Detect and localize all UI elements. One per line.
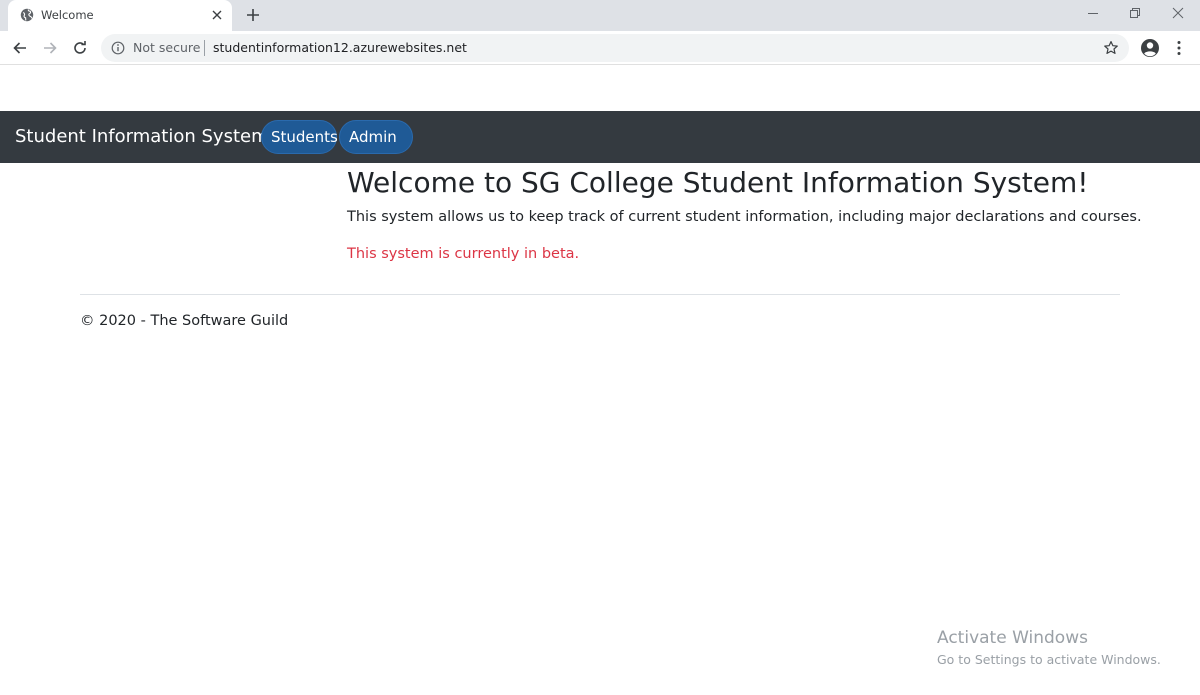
browser-tab[interactable]: Welcome — [8, 0, 232, 31]
info-icon[interactable] — [111, 41, 125, 55]
restore-icon[interactable] — [1128, 6, 1142, 20]
url-text[interactable]: studentinformation12.azurewebsites.net — [213, 41, 467, 55]
more-options-icon[interactable] — [1172, 39, 1186, 57]
address-divider — [204, 40, 205, 56]
new-tab-icon[interactable] — [245, 7, 261, 23]
navbar-brand[interactable]: Student Information System — [15, 126, 269, 148]
close-tab-icon[interactable] — [210, 8, 224, 22]
nav-students-label: Students — [271, 128, 338, 146]
profile-avatar-icon[interactable] — [1140, 38, 1160, 58]
tab-title: Welcome — [41, 8, 94, 22]
watermark-subtitle: Go to Settings to activate Windows. — [937, 652, 1161, 667]
back-arrow-icon[interactable] — [11, 39, 29, 57]
forward-arrow-icon[interactable] — [41, 39, 59, 57]
browser-toolbar: Not secure studentinformation12.azureweb… — [0, 31, 1200, 65]
watermark-title: Activate Windows — [937, 628, 1088, 648]
address-bar[interactable]: Not secure studentinformation12.azureweb… — [101, 34, 1129, 62]
reload-icon[interactable] — [71, 39, 89, 57]
activate-windows-watermark: Activate Windows Go to Settings to activ… — [937, 628, 1161, 668]
site-navbar: Student Information System Students Admi… — [0, 111, 1200, 171]
nav-students-link[interactable]: Students — [261, 120, 338, 154]
security-label[interactable]: Not secure — [133, 41, 200, 55]
beta-notice: This system is currently in beta. — [347, 246, 580, 262]
footer-divider — [80, 294, 1120, 295]
nav-admin-label: Admin — [349, 128, 397, 146]
minimize-icon[interactable] — [1086, 6, 1100, 20]
page-title: Welcome to SG College Student Informatio… — [347, 166, 1089, 199]
close-window-icon[interactable] — [1171, 6, 1185, 20]
nav-admin-dropdown[interactable]: Admin — [339, 120, 413, 171]
footer-copyright: © 2020 - The Software Guild — [80, 313, 289, 329]
tab-strip: Welcome — [0, 0, 1200, 31]
system-description: This system allows us to keep track of c… — [347, 209, 1142, 225]
bookmark-star-icon[interactable] — [1103, 40, 1119, 56]
globe-icon — [20, 8, 34, 22]
